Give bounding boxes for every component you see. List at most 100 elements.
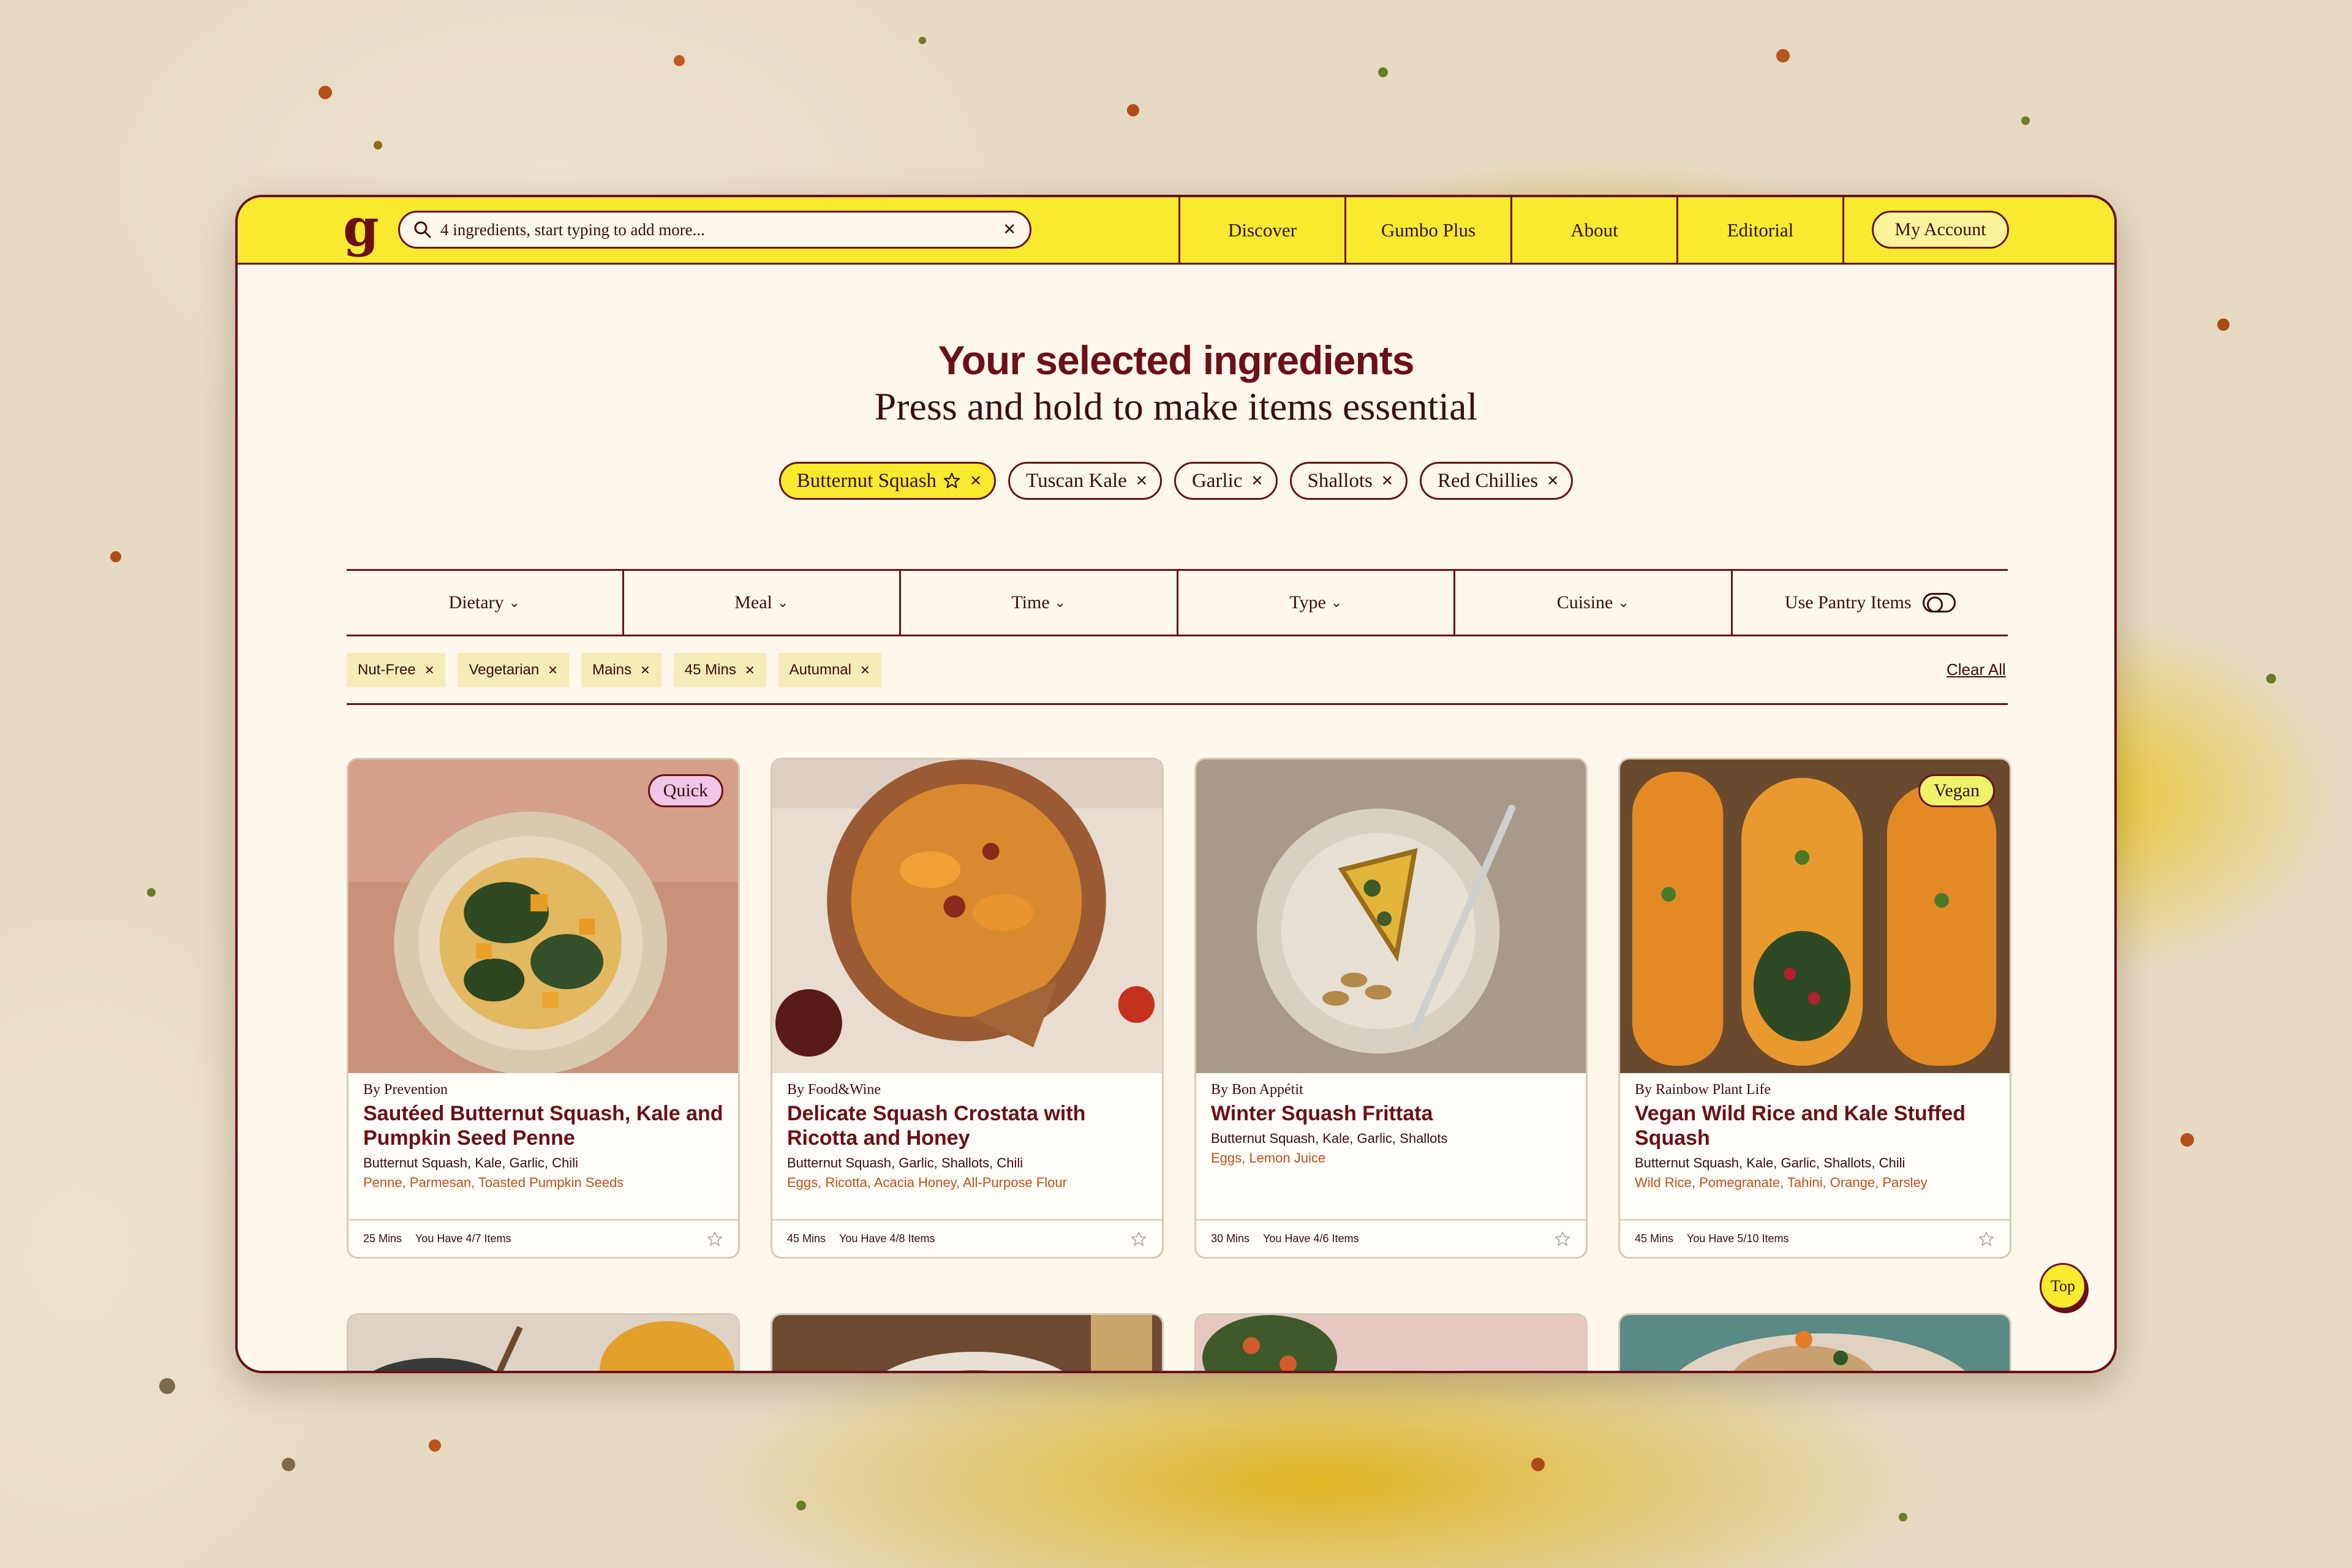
filter-tag-45-mins[interactable]: 45 Mins ✕	[673, 653, 766, 687]
ingredient-chip-shallots[interactable]: Shallots ✕	[1289, 462, 1408, 500]
nav-gumbo-plus[interactable]: Gumbo Plus	[1344, 197, 1510, 263]
recipe-card[interactable]	[1194, 1313, 1588, 1371]
tag-label: Nut-Free	[358, 662, 416, 678]
chevron-down-icon: ⌄	[508, 595, 520, 611]
recipe-matched-ingredients: Butternut Squash, Kale, Garlic, Chili	[363, 1155, 578, 1170]
my-account-button[interactable]: My Account	[1872, 211, 2009, 249]
star-icon[interactable]	[943, 472, 961, 490]
remove-icon[interactable]: ✕	[970, 472, 982, 489]
filter-meal[interactable]: Meal ⌄	[622, 571, 900, 635]
remove-icon[interactable]: ✕	[860, 663, 870, 677]
recipe-have-count: You Have 4/8 Items	[839, 1232, 935, 1245]
nav-discover[interactable]: Discover	[1178, 197, 1344, 263]
recipe-have-count: You Have 4/6 Items	[1263, 1232, 1359, 1245]
page-title: Your selected ingredients	[938, 337, 1415, 383]
tag-label: Mains	[592, 662, 632, 678]
favorite-star-icon[interactable]	[706, 1231, 723, 1248]
recipe-missing-ingredients: Eggs, Lemon Juice	[1211, 1150, 1326, 1166]
filter-tag-nut-free[interactable]: Nut-Free ✕	[347, 653, 446, 687]
gumbo-logo[interactable]: g	[343, 202, 379, 254]
recipe-card[interactable]: By Bon Appétit Winter Squash Frittata Bu…	[1194, 758, 1588, 1259]
remove-icon[interactable]: ✕	[1136, 472, 1148, 489]
recipe-card[interactable]: Quick By Prevention Sautéed Butternut Sq…	[347, 758, 740, 1259]
recipe-card[interactable]: By Food&Wine Delicate Squash Crostata wi…	[771, 758, 1164, 1259]
remove-icon[interactable]: ✕	[640, 663, 650, 677]
pantry-label: Use Pantry Items	[1784, 592, 1912, 612]
back-to-top-button[interactable]: Top	[2040, 1263, 2086, 1310]
filter-label: Time	[1011, 592, 1050, 612]
filter-cuisine[interactable]: Cuisine ⌄	[1453, 571, 1731, 635]
favorite-star-icon[interactable]	[1978, 1231, 1995, 1248]
remove-icon[interactable]: ✕	[424, 663, 435, 677]
tag-label: 45 Mins	[684, 662, 736, 678]
recipe-time: 25 Mins	[363, 1232, 402, 1245]
recipe-time: 45 Mins	[787, 1232, 826, 1245]
chip-label: Butternut Squash	[796, 469, 937, 492]
recipe-grid: Quick By Prevention Sautéed Butternut Sq…	[347, 758, 2011, 1259]
recipe-source: By Prevention	[363, 1082, 448, 1098]
ingredient-chip-butternut-squash[interactable]: Butternut Squash ✕	[778, 462, 997, 500]
recipe-footer: 45 Mins You Have 5/10 Items	[1620, 1219, 2010, 1257]
chip-label: Red Chillies	[1437, 469, 1539, 492]
chip-label: Garlic	[1191, 469, 1243, 492]
recipe-title[interactable]: Delicate Squash Crostata with Ricotta an…	[787, 1101, 1148, 1150]
recipe-card[interactable]: Vegan By Rainbow Plant Life Vegan Wild R…	[1618, 758, 2011, 1259]
remove-icon[interactable]: ✕	[745, 663, 755, 677]
recipe-missing-ingredients: Penne, Parmesan, Toasted Pumpkin Seeds	[363, 1175, 624, 1190]
chevron-down-icon: ⌄	[777, 595, 789, 611]
filter-time[interactable]: Time ⌄	[899, 571, 1177, 635]
ingredient-chip-red-chillies[interactable]: Red Chillies ✕	[1419, 462, 1574, 500]
vegan-badge: Vegan	[1918, 774, 1995, 807]
favorite-star-icon[interactable]	[1554, 1231, 1571, 1248]
recipe-title[interactable]: Winter Squash Frittata	[1211, 1101, 1572, 1126]
ingredient-chip-garlic[interactable]: Garlic ✕	[1174, 462, 1278, 500]
chevron-down-icon: ⌄	[1618, 595, 1629, 611]
recipe-time: 30 Mins	[1211, 1232, 1250, 1245]
recipe-grid-row-2	[347, 1313, 2011, 1371]
search-placeholder[interactable]: 4 ingredients, start typing to add more.…	[440, 221, 1003, 239]
recipe-title[interactable]: Vegan Wild Rice and Kale Stuffed Squash	[1635, 1101, 1996, 1150]
clear-all-link[interactable]: Clear All	[1947, 660, 2006, 679]
recipe-image	[772, 1315, 1162, 1371]
recipe-missing-ingredients: Wild Rice, Pomegranate, Tahini, Orange, …	[1635, 1175, 1928, 1190]
recipe-card[interactable]	[1618, 1313, 2011, 1371]
filter-type[interactable]: Type ⌄	[1176, 571, 1454, 635]
chevron-down-icon: ⌄	[1330, 595, 1343, 611]
recipe-matched-ingredients: Butternut Squash, Kale, Garlic, Shallots	[1211, 1131, 1448, 1146]
recipe-image	[772, 760, 1162, 1073]
recipe-source: By Bon Appétit	[1211, 1082, 1303, 1098]
favorite-star-icon[interactable]	[1130, 1231, 1147, 1248]
quick-badge: Quick	[647, 774, 723, 807]
filter-label: Cuisine	[1556, 592, 1613, 612]
recipe-footer: 30 Mins You Have 4/6 Items	[1196, 1219, 1586, 1257]
filter-tag-autumnal[interactable]: Autumnal ✕	[778, 653, 881, 687]
recipe-card[interactable]	[771, 1313, 1164, 1371]
remove-icon[interactable]: ✕	[1381, 472, 1393, 489]
filter-label: Meal	[734, 592, 772, 612]
tag-label: Autumnal	[789, 662, 851, 678]
app-window: g 4 ingredients, start typing to add mor…	[235, 195, 2117, 1373]
recipe-footer: 25 Mins You Have 4/7 Items	[349, 1219, 738, 1257]
recipe-source: By Rainbow Plant Life	[1635, 1082, 1771, 1098]
filter-dietary[interactable]: Dietary ⌄	[347, 571, 622, 635]
recipe-matched-ingredients: Butternut Squash, Garlic, Shallots, Chil…	[787, 1155, 1023, 1170]
pantry-toggle[interactable]	[1922, 593, 1956, 612]
recipe-image	[1196, 1315, 1586, 1371]
nav-about[interactable]: About	[1510, 197, 1676, 263]
nav-editorial[interactable]: Editorial	[1676, 197, 1842, 263]
active-filter-tags: Nut-Free ✕ Vegetarian ✕ Mains ✕ 45 Mins ✕ Au…	[347, 653, 881, 687]
chip-label: Shallots	[1307, 469, 1373, 492]
chevron-down-icon: ⌄	[1054, 595, 1066, 611]
recipe-title[interactable]: Sautéed Butternut Squash, Kale and Pumpk…	[363, 1101, 725, 1150]
recipe-image	[1620, 1315, 2010, 1371]
recipe-time: 45 Mins	[1635, 1232, 1674, 1245]
ingredient-chip-tuscan-kale[interactable]: Tuscan Kale ✕	[1008, 462, 1162, 500]
remove-icon[interactable]: ✕	[1251, 472, 1263, 489]
remove-icon[interactable]: ✕	[548, 663, 558, 677]
ingredient-search-input[interactable]: 4 ingredients, start typing to add more.…	[398, 211, 1031, 249]
remove-icon[interactable]: ✕	[1547, 472, 1559, 489]
filter-tag-mains[interactable]: Mains ✕	[581, 653, 662, 687]
recipe-card[interactable]	[347, 1313, 740, 1371]
clear-search-icon[interactable]: ✕	[1003, 221, 1016, 239]
filter-tag-vegetarian[interactable]: Vegetarian ✕	[458, 653, 569, 687]
